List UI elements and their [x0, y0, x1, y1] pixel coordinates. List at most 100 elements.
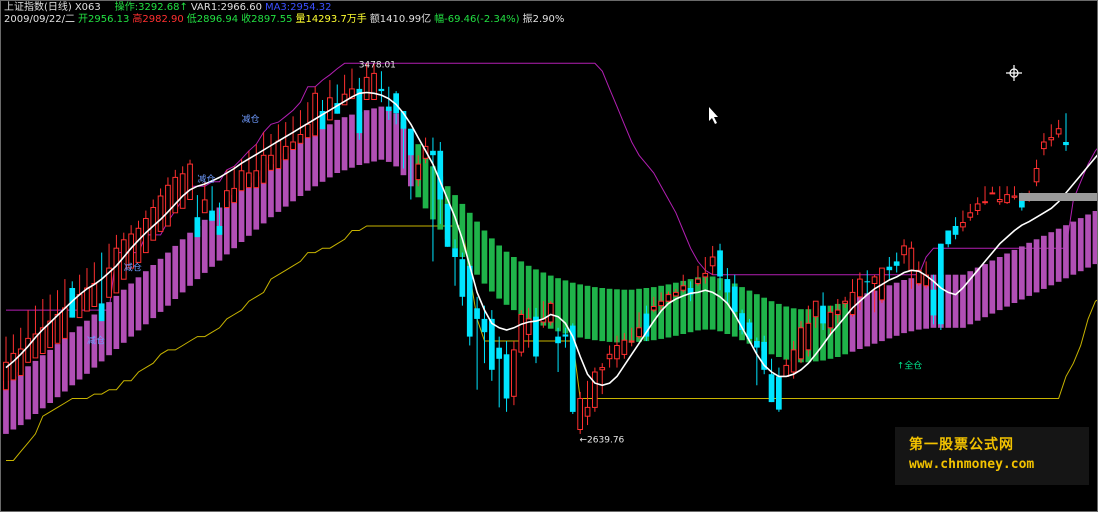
band-bar [481, 230, 488, 284]
candle-body [452, 248, 458, 257]
candle-body [378, 88, 385, 92]
candle-body [25, 337, 31, 363]
candle-body [224, 190, 230, 208]
band-bar [47, 349, 53, 403]
signal-annotation: 减仓 [87, 334, 105, 346]
band-bar [1092, 211, 1097, 265]
candle-body [857, 278, 863, 298]
band-bar [282, 153, 289, 207]
candle-body [304, 123, 311, 139]
band-bar [952, 274, 959, 328]
candle-body [1063, 142, 1069, 146]
candle-body [62, 307, 68, 339]
candle-body [533, 316, 539, 357]
candle-body [665, 294, 672, 302]
band-bar [776, 303, 782, 357]
candle-body [864, 281, 871, 283]
candle-body [253, 170, 260, 189]
band-bar [378, 106, 385, 160]
candle-body [960, 222, 966, 228]
candle-body [584, 406, 591, 417]
candle-body [290, 141, 296, 150]
open-value: 开2956.13 [78, 14, 130, 25]
candle-body [790, 349, 797, 373]
amount-value: 额1410.99亿 [369, 14, 432, 25]
band-bar [989, 260, 996, 314]
candle-body [893, 261, 900, 266]
candle-body [363, 76, 370, 101]
kline-chart-window[interactable]: 减仓减仓减仓减仓↑全仓3478.01←2639.7631433206.4 上证指… [0, 0, 1098, 512]
candle-body [1055, 128, 1062, 135]
candle-body [444, 203, 451, 247]
band-bar [555, 278, 561, 332]
band-bar [1041, 235, 1047, 289]
candle-body [415, 163, 422, 181]
candle-body [179, 173, 186, 209]
candle-body [503, 354, 510, 399]
high-value: 高2982.90 [132, 14, 184, 25]
band-bar [1033, 239, 1040, 293]
band-bar [1077, 218, 1084, 272]
band-bar [982, 264, 988, 318]
band-bar [39, 355, 46, 409]
band-bar [209, 213, 215, 267]
candle-body [680, 285, 687, 291]
band-bar [599, 288, 606, 342]
band-bar [143, 271, 149, 325]
candle-body [982, 201, 988, 204]
candle-body [371, 72, 377, 101]
candle-body [952, 226, 959, 235]
candle-body [768, 374, 775, 403]
volume-value: 量14293.7万手 [295, 14, 367, 25]
candle-body [930, 289, 937, 316]
candle-body [945, 230, 952, 245]
candle-body [967, 212, 974, 218]
band-bar [290, 148, 296, 202]
candle-body [430, 150, 436, 156]
candle-body [474, 308, 480, 319]
candle-body [1041, 141, 1047, 150]
candle-body [238, 170, 245, 192]
candle-body [157, 195, 164, 232]
candle-body [1004, 194, 1010, 204]
band-bar [224, 201, 230, 255]
candle-body [636, 327, 642, 338]
candle-body [135, 227, 142, 263]
band-bar [327, 124, 333, 178]
band-bar [201, 219, 208, 273]
watermark-url: www.chnmoney.com [909, 457, 1035, 472]
band-bar [304, 137, 311, 191]
change-value: 幅-69.46(-2.34%) [434, 14, 520, 25]
signal-annotation: ↑全仓 [897, 359, 923, 371]
candle-body [577, 398, 583, 430]
band-bar [113, 295, 120, 349]
band-bar [69, 332, 76, 386]
band-bar [768, 301, 775, 355]
signal-annotation: 减仓 [124, 261, 142, 273]
band-bar [945, 274, 952, 328]
candle-body [187, 163, 193, 201]
candle-body [812, 300, 819, 318]
band-bar [422, 155, 429, 209]
band-bar [172, 245, 179, 299]
band-bar [62, 338, 68, 392]
band-bar [120, 289, 127, 343]
candle-body [938, 243, 944, 325]
candle-body [459, 259, 466, 297]
candle-body [275, 140, 282, 170]
band-bar [268, 164, 274, 218]
band-bar [319, 128, 326, 182]
band-bar [496, 245, 502, 299]
candle-body [165, 184, 171, 227]
candle-body [805, 322, 812, 351]
candle-body [113, 247, 120, 294]
band-bar [864, 293, 871, 347]
candle-body [172, 176, 179, 214]
price-label: 3478.01 [359, 60, 396, 70]
band-bar [334, 119, 341, 173]
candle-body [54, 314, 61, 344]
candle-body [599, 367, 606, 371]
level-bar [1019, 193, 1097, 201]
band-bar [960, 274, 966, 328]
band-bar [238, 188, 245, 242]
